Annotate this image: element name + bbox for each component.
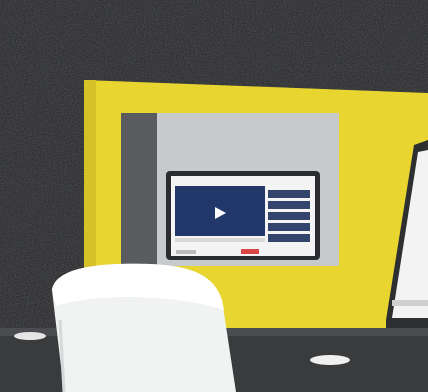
office-scene: [0, 0, 428, 392]
white-office-chair: [52, 263, 236, 392]
